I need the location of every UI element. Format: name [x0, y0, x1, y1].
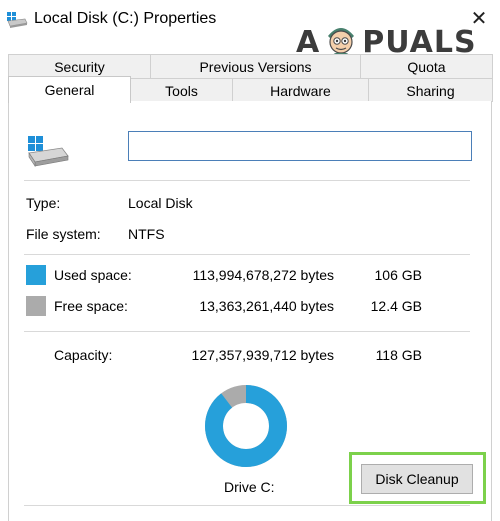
- drive-label: Drive C:: [224, 479, 275, 495]
- disk-usage-donut: [205, 385, 287, 467]
- windows-drive-icon: [28, 136, 69, 167]
- used-space-bytes: 113,994,678,272 bytes: [192, 267, 334, 283]
- used-space-label: Used space:: [54, 267, 132, 283]
- tab-security[interactable]: Security: [8, 54, 151, 78]
- type-value: Local Disk: [128, 195, 193, 211]
- free-space-swatch: [26, 296, 46, 316]
- window-title: Local Disk (C:) Properties: [34, 10, 217, 27]
- drive-icon: [7, 12, 28, 28]
- divider-mid: [24, 254, 470, 255]
- used-space-swatch: [26, 265, 46, 285]
- free-space-size: 12.4 GB: [370, 298, 422, 314]
- tab-tools[interactable]: Tools: [130, 78, 233, 102]
- tab-row-bottom: General Tools Hardware Sharing: [8, 76, 493, 103]
- divider-capacity: [24, 331, 470, 332]
- file-system-value: NTFS: [128, 226, 165, 242]
- free-space-bytes: 13,363,261,440 bytes: [199, 298, 334, 314]
- divider-bottom: [24, 505, 470, 506]
- donut-used-ring: [205, 385, 287, 467]
- tab-previous-versions[interactable]: Previous Versions: [150, 54, 361, 78]
- free-space-label: Free space:: [54, 298, 128, 314]
- volume-name-input[interactable]: [128, 131, 472, 161]
- tab-general[interactable]: General: [8, 76, 131, 103]
- used-space-size: 106 GB: [374, 267, 422, 283]
- file-system-label: File system:: [26, 226, 101, 242]
- capacity-size: 118 GB: [375, 347, 422, 363]
- type-label: Type:: [26, 195, 61, 211]
- disk-cleanup-button[interactable]: Disk Cleanup: [361, 464, 473, 494]
- tab-quota[interactable]: Quota: [360, 54, 493, 78]
- tab-hardware[interactable]: Hardware: [232, 78, 369, 102]
- capacity-bytes: 127,357,939,712 bytes: [191, 347, 334, 363]
- tab-sharing[interactable]: Sharing: [368, 78, 493, 102]
- capacity-label: Capacity:: [54, 347, 113, 363]
- divider-top: [24, 180, 470, 181]
